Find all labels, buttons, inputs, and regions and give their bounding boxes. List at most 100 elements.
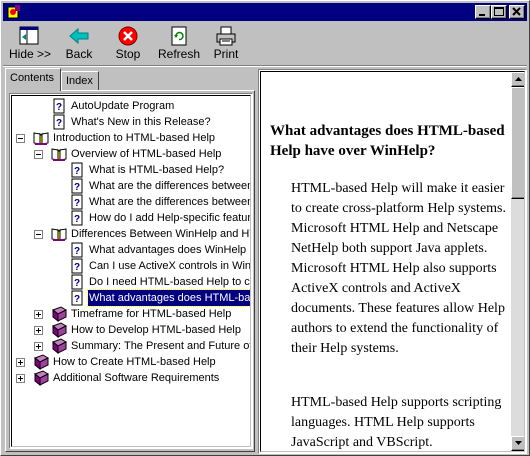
svg-text:?: ? [74, 262, 80, 273]
print-label: Print [213, 47, 239, 61]
expand-icon[interactable] [16, 374, 25, 383]
svg-text:?: ? [74, 198, 80, 209]
title-bar[interactable] [3, 3, 527, 21]
expand-icon[interactable] [16, 358, 25, 367]
tree-item[interactable]: ? AutoUpdate Program [12, 98, 250, 114]
collapse-icon[interactable] [34, 230, 43, 239]
refresh-button[interactable]: Refresh [157, 25, 201, 63]
tree-item-label: Do I need HTML-based Help to cr [89, 276, 251, 288]
help-app-icon [7, 5, 20, 19]
contents-tree: ? AutoUpdate Program? What's New in this R… [9, 93, 253, 449]
tree-item[interactable]: Additional Software Requirements [12, 370, 250, 386]
refresh-icon [171, 26, 187, 46]
topic-paragraph: HTML-based Help will make it easier to c… [291, 181, 506, 356]
topic-paragraph: HTML-based Help supports scripting langu… [291, 395, 502, 450]
vertical-scrollbar[interactable] [511, 72, 524, 451]
stop-button[interactable]: Stop [113, 25, 143, 63]
refresh-label: Refresh [157, 47, 201, 61]
tab-index[interactable]: Index [61, 71, 99, 91]
page-icon: ? [53, 114, 65, 130]
tree-item-label: What are the differences between [89, 196, 251, 208]
tree-item[interactable]: ? What are the differences between [12, 194, 251, 210]
tree-item-label: Differences Between WinHelp and HT [71, 228, 251, 240]
page-icon: ? [71, 242, 83, 258]
maximize-button[interactable] [491, 5, 507, 19]
back-arrow-icon [69, 27, 89, 45]
page-icon: ? [71, 210, 83, 226]
scroll-thumb[interactable] [511, 87, 524, 199]
tree-item[interactable]: Overview of HTML-based Help [12, 146, 250, 162]
svg-text:?: ? [56, 118, 62, 129]
tree-item[interactable]: How to Develop HTML-based Help [12, 322, 250, 338]
collapse-icon[interactable] [16, 134, 25, 143]
tree-item[interactable]: Differences Between WinHelp and HT [12, 226, 251, 242]
hide-button[interactable]: Hide >> [9, 25, 52, 63]
printer-icon [216, 26, 236, 46]
tree-item[interactable]: Introduction to HTML-based Help [12, 130, 250, 146]
page-icon: ? [71, 178, 83, 194]
open-book-icon [51, 228, 67, 241]
back-button[interactable]: Back [63, 25, 95, 63]
tree-item-label: What advantages does HTML-bas [87, 289, 250, 307]
tab-contents[interactable]: Contents [5, 68, 61, 91]
closed-book-icon [52, 322, 67, 338]
tab-contents-label: Contents [10, 72, 55, 84]
tab-index-label: Index [66, 75, 93, 87]
toolbar: Hide >> Back Stop Refresh Print [3, 23, 527, 65]
tree-item-label: How do I add Help-specific feature [89, 212, 251, 224]
tree-item-label: Summary: The Present and Future of [71, 340, 251, 352]
expand-icon[interactable] [34, 326, 43, 335]
tree-item[interactable]: ? Do I need HTML-based Help to cr [12, 274, 251, 290]
open-book-icon [51, 148, 67, 161]
collapse-icon[interactable] [34, 150, 43, 159]
tree-item-label: Timeframe for HTML-based Help [71, 308, 232, 320]
hide-panes-icon [19, 26, 39, 45]
toolbar-divider [3, 65, 527, 67]
page-icon: ? [71, 162, 83, 178]
minimize-button[interactable] [475, 5, 491, 19]
page-icon: ? [53, 98, 65, 114]
svg-text:?: ? [74, 166, 80, 177]
page-icon: ? [71, 290, 83, 306]
tree-item[interactable]: ? What's New in this Release? [12, 114, 250, 130]
back-label: Back [65, 47, 93, 61]
tree-item[interactable]: How to Create HTML-based Help [12, 354, 250, 370]
tree-view[interactable]: ? AutoUpdate Program? What's New in this R… [11, 95, 251, 447]
hide-label: Hide >> [9, 47, 52, 61]
topic-pane: What advantages does HTML-based Help hav… [258, 69, 527, 454]
print-button[interactable]: Print [211, 25, 241, 63]
expand-icon[interactable] [34, 342, 43, 351]
svg-text:?: ? [74, 214, 80, 225]
tree-item[interactable]: ? What advantages does HTML-bas [12, 289, 250, 307]
svg-text:?: ? [56, 102, 62, 113]
scroll-down-button[interactable] [511, 436, 524, 451]
tree-item[interactable]: ? How do I add Help-specific feature [12, 210, 251, 226]
tree-item-label: How to Create HTML-based Help [53, 356, 216, 368]
tree-item[interactable]: Summary: The Present and Future of [12, 338, 251, 354]
tree-item-label: What advantages does WinHelp h [89, 244, 251, 256]
svg-text:?: ? [74, 246, 80, 257]
page-icon: ? [71, 194, 83, 210]
tree-item[interactable]: ? What is HTML-based Help? [12, 162, 250, 178]
tree-item[interactable]: ? Can I use ActiveX controls in Winh [12, 258, 250, 274]
stop-label: Stop [115, 47, 141, 61]
tree-item-label: What is HTML-based Help? [89, 164, 225, 176]
expand-icon[interactable] [34, 310, 43, 319]
svg-text:?: ? [74, 278, 80, 289]
closed-book-icon [34, 370, 49, 386]
topic-heading: What advantages does HTML-based Help hav… [270, 123, 505, 159]
tree-item[interactable]: ? What are the differences between [12, 178, 250, 194]
page-icon: ? [71, 258, 83, 274]
help-window: Hide >> Back Stop Refresh Print Contents… [0, 0, 530, 456]
tree-item-label: Overview of HTML-based Help [71, 148, 222, 160]
open-book-icon [33, 132, 49, 145]
tree-item[interactable]: Timeframe for HTML-based Help [12, 306, 250, 322]
tree-item-label: What's New in this Release? [71, 116, 211, 128]
close-button[interactable] [509, 5, 525, 19]
scroll-up-button[interactable] [511, 72, 524, 87]
svg-text:?: ? [74, 294, 80, 305]
closed-book-icon [34, 354, 49, 370]
tree-item-label: Additional Software Requirements [53, 372, 220, 384]
tree-item[interactable]: ? What advantages does WinHelp h [12, 242, 251, 258]
tree-item-label: How to Develop HTML-based Help [71, 324, 241, 336]
